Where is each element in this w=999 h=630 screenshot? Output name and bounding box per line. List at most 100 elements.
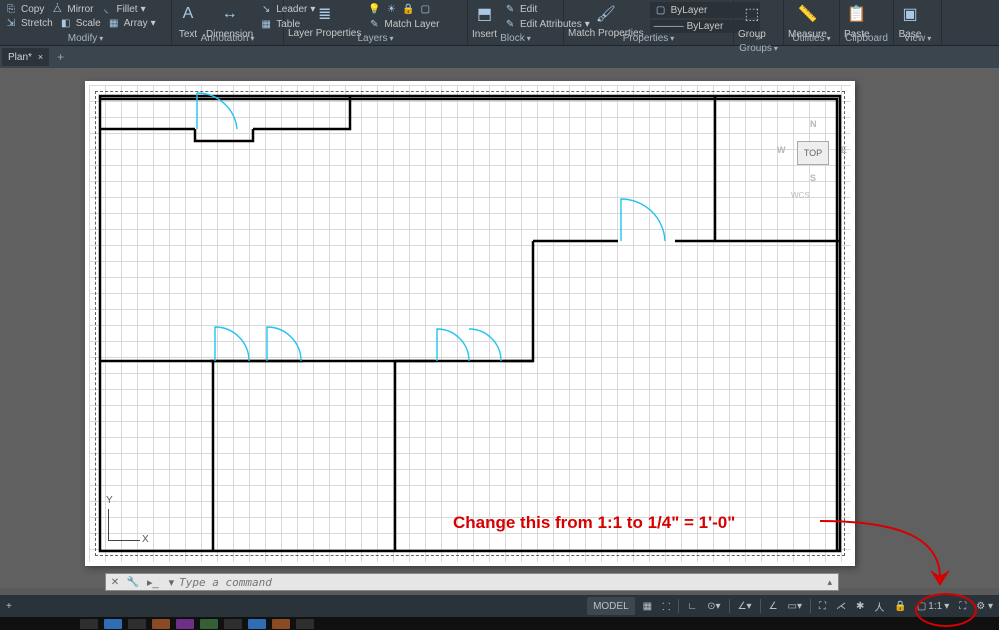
cmdline-close-icon[interactable]: ✕ — [106, 577, 124, 588]
cmdline-history-icon[interactable]: ▴ — [821, 577, 838, 588]
snap-toggle-icon[interactable]: ⸬ — [660, 597, 672, 615]
stretch-icon: ⇲ — [4, 16, 18, 30]
scale-icon: ◧ — [59, 16, 73, 30]
layout-sheet[interactable]: N E S W TOP WCS Y X — [85, 81, 855, 566]
viewcube-top-button[interactable]: TOP — [797, 141, 829, 165]
cmdline-prompt-icon: ▸_ — [142, 576, 164, 589]
panel-clipboard: 📋Paste Clipboard — [840, 0, 894, 45]
ucs-triad: Y X — [108, 501, 148, 541]
settings-icon[interactable]: ⚙ ▾ — [974, 597, 995, 615]
copy-icon: ⎘ — [4, 2, 18, 16]
polar-icon[interactable]: ⊙▾ — [705, 597, 722, 615]
scale-button[interactable]: ◧Scale — [59, 16, 101, 30]
os-taskbar — [0, 617, 999, 630]
panel-title-annotation[interactable]: Annotation▾ — [176, 31, 279, 44]
ortho-icon[interactable]: ∟ — [685, 597, 699, 615]
text-icon: A — [176, 2, 200, 26]
new-tab-button[interactable]: + — [49, 50, 72, 64]
taskbar-item[interactable] — [296, 619, 314, 629]
viewport-scale-button[interactable]: ▢ 1:1 ▾ — [915, 597, 951, 615]
panel-modify: ⎘Copy ⧊Mirror ◟Fillet▾ ⇲Stretch ◧Scale ▦… — [0, 0, 172, 45]
otrack-icon[interactable]: ∠ — [767, 597, 780, 615]
dimension-icon: ↔ — [218, 2, 242, 26]
viewcube[interactable]: N E S W TOP WCS — [783, 121, 843, 201]
panel-title-block[interactable]: Block▾ — [472, 31, 559, 44]
measure-icon: 📏 — [795, 2, 819, 26]
anno-scale-icon[interactable]: 人 — [872, 597, 886, 615]
copy-button[interactable]: ⎘Copy — [4, 2, 44, 16]
mirror-icon: ⧊ — [50, 2, 64, 16]
panel-title-clipboard[interactable]: Clipboard — [844, 31, 889, 44]
fillet-button[interactable]: ◟Fillet▾ — [99, 2, 145, 16]
close-icon[interactable]: × — [38, 52, 43, 62]
panel-title-view[interactable]: View▾ — [898, 31, 937, 44]
taskbar-item[interactable] — [104, 619, 122, 629]
panel-title-groups[interactable]: » Groups▾ — [738, 30, 779, 54]
floor-plan-drawing — [85, 81, 855, 566]
isolate-icon[interactable]: ⛶ — [957, 597, 968, 615]
taskbar-item[interactable] — [80, 619, 98, 629]
taskbar-item[interactable] — [128, 619, 146, 629]
panel-title-properties[interactable]: Properties▾ — [568, 31, 729, 44]
cmdline-wrench-icon[interactable]: 🔧 — [124, 577, 142, 588]
scale-lock-icon[interactable]: ⛶ — [817, 597, 828, 615]
fillet-icon: ◟ — [99, 2, 113, 16]
paste-icon: 📋 — [845, 2, 869, 26]
swatch-icon: ▢ — [418, 2, 432, 16]
leader-icon: ↘ — [259, 2, 273, 16]
panel-groups: ⬚Group » Groups▾ — [734, 0, 784, 45]
insert-icon: ⬒ — [473, 2, 497, 26]
command-input[interactable] — [179, 576, 821, 589]
panel-annotation: AText ↔Dimension ↘Leader▾ ▦Table Annotat… — [172, 0, 284, 45]
mirror-button[interactable]: ⧊Mirror — [50, 2, 93, 16]
bulb-icon: 💡 — [367, 2, 381, 16]
array-button[interactable]: ▦Array▾ — [107, 16, 156, 30]
annotation-callout: Change this from 1:1 to 1/4" = 1'-0" — [453, 513, 735, 533]
taskbar-item[interactable] — [224, 619, 242, 629]
panel-view: ▣Base View▾ — [894, 0, 942, 45]
stretch-button[interactable]: ⇲Stretch — [4, 16, 53, 30]
command-line[interactable]: ✕ 🔧 ▸_ ▾ ▴ — [105, 573, 839, 591]
wcs-label[interactable]: WCS — [791, 191, 810, 200]
taskbar-item[interactable] — [200, 619, 218, 629]
compass-e: E — [841, 145, 847, 155]
array-icon: ▦ — [107, 16, 121, 30]
panel-title-layers[interactable]: Layers▾ — [288, 31, 463, 44]
cmdline-dropdown-icon[interactable]: ▾ — [164, 576, 180, 589]
color-swatch-icon: ▢ — [654, 3, 668, 17]
panel-title-utilities[interactable]: Utilities▾ — [788, 31, 835, 44]
taskbar-item[interactable] — [272, 619, 290, 629]
edit-icon: ✎ — [503, 2, 517, 16]
grid-toggle-icon[interactable]: ▦ — [641, 597, 654, 615]
panel-properties: 🖌Match Properties ▢ByLayer ——— ByLayer P… — [564, 0, 734, 45]
panel-utilities: 📏Measure Utilities▾ — [784, 0, 840, 45]
osnap2-icon[interactable]: ▭▾ — [786, 597, 804, 615]
compass-s: S — [810, 173, 816, 183]
panel-layers: ≣Layer Properties 💡☀🔒▢ ✎Match Layer Laye… — [284, 0, 468, 45]
match-icon: 🖌 — [594, 2, 618, 26]
ribbon: ⎘Copy ⧊Mirror ◟Fillet▾ ⇲Stretch ◧Scale ▦… — [0, 0, 999, 46]
panel-block: ⬒Insert ✎Edit ✎Edit Attributes▾ Block▾ — [468, 0, 564, 45]
anno-auto-icon[interactable]: ✱ — [854, 597, 866, 615]
match-layer-button[interactable]: ✎Match Layer — [367, 17, 439, 31]
lock-icon: 🔒 — [401, 2, 415, 16]
panel-title-modify[interactable]: Modify▾ — [4, 31, 167, 44]
status-bar: + MODEL ▦ ⸬ ∟ ⊙▾ ∠▾ ∠ ▭▾ ⛶ ⋌ ✱ 人 🔒 ▢ 1:1… — [0, 595, 999, 617]
compass-n: N — [810, 119, 817, 129]
taskbar-item[interactable] — [248, 619, 266, 629]
lock-viewport-icon[interactable]: 🔒 — [892, 597, 908, 615]
attr-icon: ✎ — [503, 17, 517, 31]
layers-icon: ≣ — [313, 2, 337, 26]
layer-state-row[interactable]: 💡☀🔒▢ — [367, 2, 439, 16]
anno-vis-icon[interactable]: ⋌ — [834, 597, 848, 615]
taskbar-item[interactable] — [176, 619, 194, 629]
statusbar-plus-icon[interactable]: + — [4, 597, 14, 615]
match-layer-icon: ✎ — [367, 17, 381, 31]
compass-w: W — [777, 145, 786, 155]
taskbar-item[interactable] — [152, 619, 170, 629]
tab-label: Plan* — [8, 52, 32, 63]
osnap-icon[interactable]: ∠▾ — [736, 597, 754, 615]
document-tab[interactable]: Plan* × — [2, 48, 49, 66]
model-button[interactable]: MODEL — [587, 597, 635, 615]
document-tab-strip: Plan* × + — [0, 46, 999, 68]
